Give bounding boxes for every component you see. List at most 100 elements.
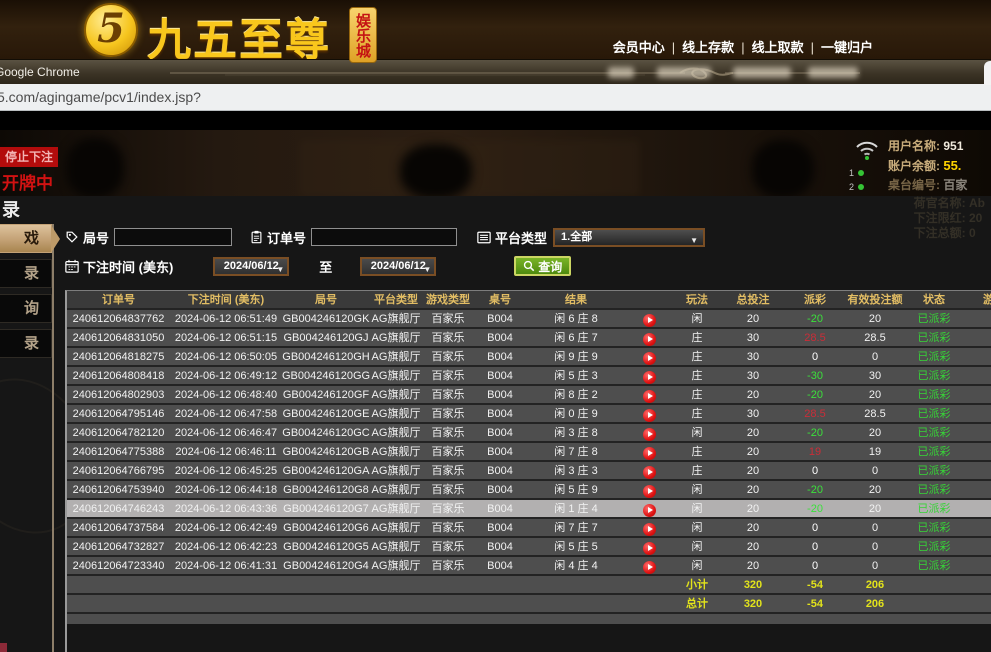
table-row[interactable]: 2406120647753882024-06-12 06:46:11GB0042… (67, 443, 991, 462)
table-no-cell: B004 (474, 462, 526, 479)
result-cell: 闲 8 庄 2 (526, 386, 626, 403)
time-cell: 2024-06-12 06:44:18 (170, 481, 282, 498)
top-nav: 会员中心|线上存款|线上取款|一键归户 (613, 37, 873, 56)
nav-link[interactable]: 线上存款 (682, 40, 734, 55)
replay-icon[interactable] (643, 390, 656, 403)
date-from-select[interactable]: 2024/06/12 ▼ (213, 257, 289, 276)
result-cell: 闲 7 庄 8 (526, 443, 626, 460)
round-cell: GB004246120GC (282, 424, 370, 441)
empty-cell (626, 576, 672, 593)
grand-total-payout: -54 (784, 595, 846, 612)
total-bet-cell: 20 (722, 500, 784, 517)
table-row[interactable]: 2406120647462432024-06-12 06:43:36GB0042… (67, 500, 991, 519)
replay-icon[interactable] (643, 352, 656, 365)
table-row[interactable]: 2406120648182752024-06-12 06:50:05GB0042… (67, 348, 991, 367)
play-type-cell: 庄 (672, 462, 722, 479)
column-header: 状态 (904, 291, 964, 308)
round-cell: GB004246120G5 (282, 538, 370, 555)
table-row[interactable]: 2406120647328272024-06-12 06:42:23GB0042… (67, 538, 991, 557)
empty-cell (422, 576, 474, 593)
status-cell: 已派彩 (904, 367, 964, 384)
replay-icon[interactable] (643, 542, 656, 555)
time-cell: 2024-06-12 06:46:11 (170, 443, 282, 460)
sidebar-item[interactable]: 录 (0, 329, 52, 358)
replay-icon[interactable] (643, 466, 656, 479)
replay-icon[interactable] (643, 409, 656, 422)
status-cell: 已派彩 (904, 329, 964, 346)
round-no-input[interactable] (114, 228, 232, 246)
replay-icon[interactable] (643, 504, 656, 517)
game-type-cell: 百家乐 (422, 386, 474, 403)
platform-select[interactable]: 1.全部 ▼ (553, 228, 705, 247)
total-bet-cell: 30 (722, 405, 784, 422)
table-row[interactable]: 2406120647539402024-06-12 06:44:18GB0042… (67, 481, 991, 500)
replay-icon[interactable] (643, 333, 656, 346)
platform-cell: AG旗舰厅 (370, 462, 422, 479)
play-type-cell: 闲 (672, 310, 722, 327)
platform-cell: AG旗舰厅 (370, 386, 422, 403)
table-row[interactable]: 2406120648029032024-06-12 06:48:40GB0042… (67, 386, 991, 405)
corner-fragment (0, 643, 7, 652)
empty-cell (170, 576, 282, 593)
sidebar-menu: 戏录询录 (0, 224, 52, 364)
result-cell: 闲 7 庄 7 (526, 519, 626, 536)
tag-icon (65, 230, 79, 244)
table-row[interactable]: 2406120648310502024-06-12 06:51:15GB0042… (67, 329, 991, 348)
order-cell: 240612064737584 (67, 519, 170, 536)
platform-cell: AG旗舰厅 (370, 424, 422, 441)
extra-cell (964, 329, 991, 346)
play-type-cell: 庄 (672, 405, 722, 422)
game-type-cell: 百家乐 (422, 424, 474, 441)
round-cell: GB004246120GK (282, 310, 370, 327)
time-cell: 2024-06-12 06:42:49 (170, 519, 282, 536)
order-no-input[interactable] (311, 228, 457, 246)
order-cell: 240612064795146 (67, 405, 170, 422)
replay-icon[interactable] (643, 523, 656, 536)
order-cell: 240612064732827 (67, 538, 170, 555)
sidebar-item[interactable]: 戏 (0, 224, 52, 253)
valid-bet-cell: 28.5 (846, 405, 904, 422)
replay-icon[interactable] (643, 428, 656, 441)
marker-number: 1 (849, 168, 854, 178)
sidebar-item[interactable]: 询 (0, 294, 52, 323)
address-bar[interactable]: 5.com/agingame/pcv1/index.jsp? (0, 84, 991, 111)
valid-bet-cell: 0 (846, 519, 904, 536)
extra-cell (964, 367, 991, 384)
round-cell: GB004246120GJ (282, 329, 370, 346)
table-row[interactable]: 2406120647821202024-06-12 06:46:47GB0042… (67, 424, 991, 443)
replay-icon[interactable] (643, 485, 656, 498)
replay-icon[interactable] (643, 561, 656, 574)
game-type-cell: 百家乐 (422, 405, 474, 422)
nav-link[interactable]: 一键归户 (821, 40, 873, 55)
sidebar-item[interactable]: 录 (0, 259, 52, 288)
nav-link[interactable]: 会员中心 (613, 40, 665, 55)
table-row[interactable]: 2406120647375842024-06-12 06:42:49GB0042… (67, 519, 991, 538)
replay-icon[interactable] (643, 314, 656, 327)
valid-bet-cell: 20 (846, 310, 904, 327)
grand-total-label: 总计 (672, 595, 722, 612)
table-row[interactable]: 2406120647233402024-06-12 06:41:31GB0042… (67, 557, 991, 576)
blurred-user-info (657, 67, 711, 78)
subtotal-payout: -54 (784, 576, 846, 593)
table-row[interactable]: 2406120648377622024-06-12 06:51:49GB0042… (67, 310, 991, 329)
table-row[interactable]: 2406120647951462024-06-12 06:47:58GB0042… (67, 405, 991, 424)
search-button[interactable]: 查询 (514, 256, 571, 276)
column-header: 局号 (282, 291, 370, 308)
clipboard-icon (250, 230, 263, 244)
payout-cell: -20 (784, 424, 846, 441)
platform-cell: AG旗舰厅 (370, 481, 422, 498)
result-cell: 闲 1 庄 4 (526, 500, 626, 517)
table-row[interactable]: 2406120648084182024-06-12 06:49:12GB0042… (67, 367, 991, 386)
round-cell: GB004246120GA (282, 462, 370, 479)
time-cell: 2024-06-12 06:50:05 (170, 348, 282, 365)
logo-number: 5 (97, 5, 125, 52)
result-cell: 闲 5 庄 5 (526, 538, 626, 555)
replay-icon[interactable] (643, 371, 656, 384)
date-to-select[interactable]: 2024/06/12 ▼ (360, 257, 436, 276)
replay-icon[interactable] (643, 447, 656, 460)
replay-cell (626, 462, 672, 479)
table-row[interactable]: 2406120647667952024-06-12 06:45:25GB0042… (67, 462, 991, 481)
replay-cell (626, 348, 672, 365)
nav-link[interactable]: 线上取款 (752, 40, 804, 55)
replay-cell (626, 386, 672, 403)
